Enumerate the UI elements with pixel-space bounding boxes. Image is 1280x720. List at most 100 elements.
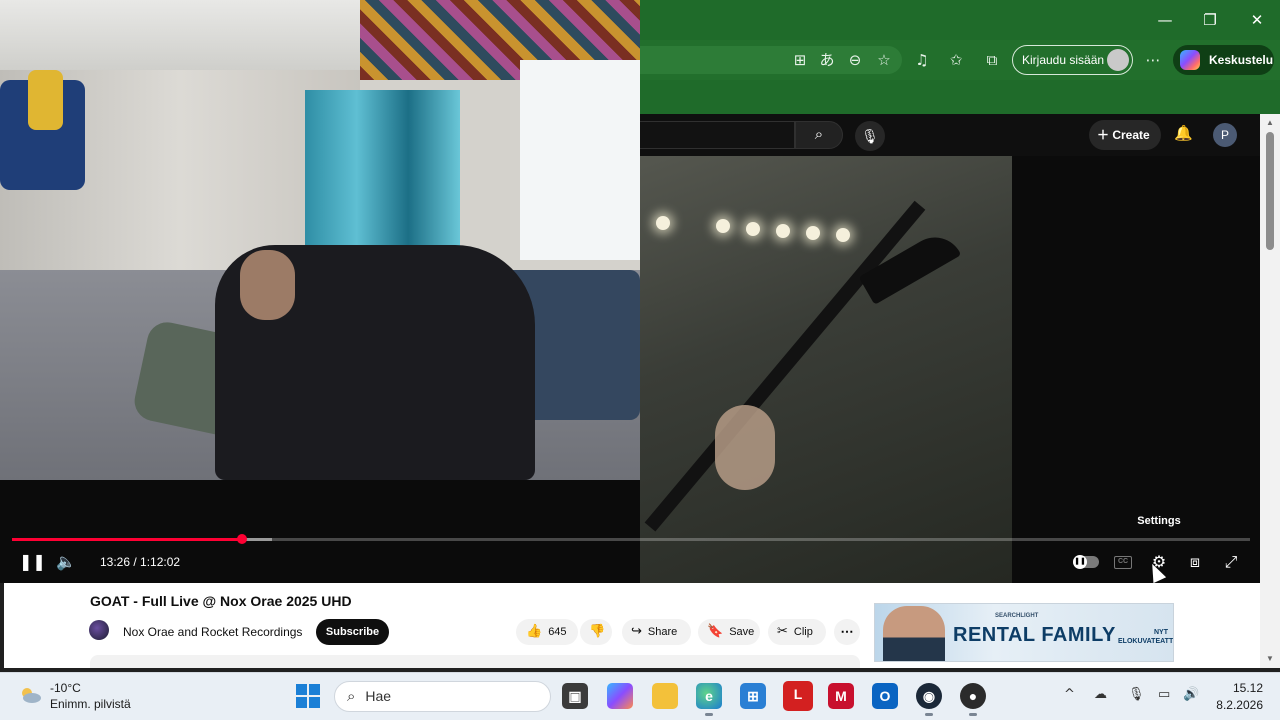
autoplay-pause-icon: ❚❚ [1073,555,1087,569]
edge-active-indicator [705,713,713,716]
windows-logo-icon [309,697,320,708]
performer-hand [715,405,775,490]
stage-light [746,222,760,236]
create-button[interactable]: ＋ Create [1089,120,1161,150]
weather-temperature[interactable]: -10°C [50,681,81,695]
outlook-icon[interactable]: O [872,683,898,709]
thumbs-down-icon: 👎 [589,624,606,639]
autoplay-toggle[interactable]: ❚❚ [1073,555,1099,569]
weather-description[interactable]: Enimm. pilvistä [50,697,131,711]
notifications-bell-icon[interactable]: 🔔 [1174,124,1193,142]
mcafee-icon[interactable]: M [828,683,854,709]
volume-button[interactable]: 🔈 [56,552,76,572]
voice-search-icon[interactable]: 🎙 [855,121,885,151]
copilot-app-icon[interactable] [607,683,633,709]
cloudy-weather-icon[interactable] [18,686,42,704]
scrollbar-thumb[interactable] [1266,132,1274,250]
stage-light [716,219,730,233]
miniplayer-icon[interactable]: ⧈ [1185,552,1205,572]
bookmark-icon: 🔖 [707,624,724,639]
more-menu-icon[interactable]: ⋯ [1143,50,1163,70]
copilot-button[interactable]: Keskustelu [1173,45,1274,75]
save-button[interactable]: 🔖 Save [698,619,760,645]
more-actions-icon[interactable]: ⋯ [834,619,860,645]
onedrive-icon[interactable]: ☁ [1094,687,1107,702]
time-display: 13:26 / 1:12:02 [100,555,181,569]
stage-light [806,226,820,240]
minimize-button[interactable]: — [1150,8,1180,32]
pause-button[interactable]: ❚❚ [19,552,46,572]
channel-name[interactable]: Nox Orae and Rocket Recordings [123,625,302,639]
scroll-up-icon[interactable]: ▲ [1264,118,1276,127]
start-button[interactable] [296,684,320,708]
dislike-button[interactable]: 👎 [580,619,612,645]
like-count: 645 [548,626,567,638]
scroll-down-icon[interactable]: ▼ [1264,654,1276,663]
create-label: Create [1112,128,1150,142]
lastpass-icon[interactable]: L [783,681,813,711]
pause-icon: ❚❚ [19,552,46,571]
ad-tagline-1: NYT [1153,629,1168,636]
steam-active-indicator [925,713,933,716]
clip-label: Clip [793,626,813,638]
description-box[interactable] [90,655,860,668]
youtube-search-input[interactable] [640,121,795,149]
youtube-header: ⌕ 🎙 ＋ Create 🔔 P [640,114,1260,156]
captions-icon[interactable]: CC [1114,556,1132,569]
taskbar-search[interactable]: ⌕ Hae [334,681,551,712]
subscribe-button[interactable]: Subscribe [316,619,389,645]
zoom-out-icon[interactable]: ⊖ [845,50,865,70]
settings-tooltip: Settings [1137,515,1181,527]
file-explorer-icon[interactable]: ▣ [562,683,588,709]
signin-button[interactable]: Kirjaudu sisään [1012,45,1133,75]
windows-logo-icon [296,697,307,708]
copilot-logo-icon [1180,50,1200,70]
person-face [240,250,295,320]
apps-icon[interactable]: ⊞ [790,50,810,70]
ad-banner[interactable]: SEARCHLIGHT RENTAL FAMILY NYT ELOKUVATEA… [874,603,1174,662]
video-frame-stage [640,156,1012,583]
translate-icon[interactable]: あ [817,50,837,70]
taskbar-time[interactable]: 15.12 [1203,681,1263,695]
progress-scrubber-handle[interactable] [237,534,247,544]
volume-icon: 🔈 [56,552,76,571]
ad-portrait [883,606,945,661]
webcam-overlay [0,0,640,480]
plus-icon: ＋ [1097,128,1113,142]
channel-avatar[interactable] [89,620,109,640]
steam-icon[interactable]: ◉ [916,683,942,709]
share-button[interactable]: ↪ Share [622,619,691,645]
clip-button[interactable]: ✂ Clip [768,619,826,645]
scissors-icon: ✂ [777,624,788,639]
title-bar: — ❐ ✕ [640,0,1280,40]
profile-avatar-icon [1107,49,1129,71]
search-icon: ⌕ [347,687,356,705]
fullscreen-icon[interactable]: ⤢ [1221,552,1241,572]
microphone-icon[interactable]: 🎙 [1128,687,1145,702]
taskbar-date[interactable]: 8.2.2026 [1203,698,1263,712]
room-window [520,60,640,260]
speaker-icon[interactable]: 🔊 [1183,687,1199,702]
obs-icon[interactable]: ● [960,683,986,709]
taskbar-search-placeholder: Hae [365,688,392,704]
media-control-icon[interactable]: ♫ [912,50,932,70]
close-button[interactable]: ✕ [1242,8,1272,32]
edge-browser-icon[interactable]: e [696,683,722,709]
folders-icon[interactable] [652,683,678,709]
account-avatar[interactable]: P [1213,123,1237,147]
favorites-icon[interactable]: ✩ [946,50,966,70]
restore-button[interactable]: ❐ [1195,8,1225,32]
tray-overflow-icon[interactable]: ^ [1064,687,1075,702]
page-scrollbar[interactable]: ▲ ▼ [1260,114,1280,668]
microsoft-store-icon[interactable]: ⊞ [740,683,766,709]
stage-light [656,216,670,230]
windows-logo-icon [296,684,307,695]
favorite-star-icon[interactable]: ☆ [874,50,894,70]
youtube-search-button[interactable]: ⌕ [795,121,843,149]
collections-icon[interactable]: ⧉ [982,50,1002,70]
ad-brand: SEARCHLIGHT [995,613,1039,619]
like-button[interactable]: 👍 645 [516,619,578,645]
ad-title: RENTAL FAMILY [953,624,1116,646]
network-icon[interactable]: ▭ [1158,687,1170,702]
thumbs-up-icon: 👍 [526,624,543,639]
